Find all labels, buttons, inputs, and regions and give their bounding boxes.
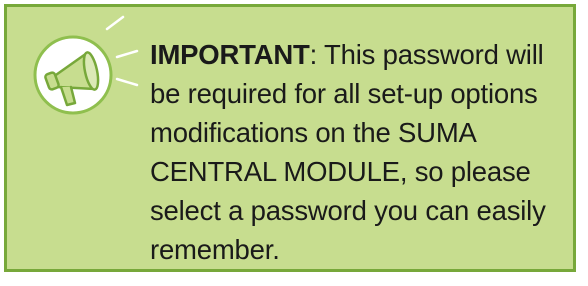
- notice-emphasis: IMPORTANT: [150, 39, 310, 70]
- important-notice-callout: IMPORTANT: This password will be require…: [4, 4, 576, 272]
- notice-message: IMPORTANT: This password will be require…: [150, 35, 550, 269]
- notice-body: : This password will be required for all…: [150, 39, 546, 265]
- megaphone-icon: [23, 15, 143, 125]
